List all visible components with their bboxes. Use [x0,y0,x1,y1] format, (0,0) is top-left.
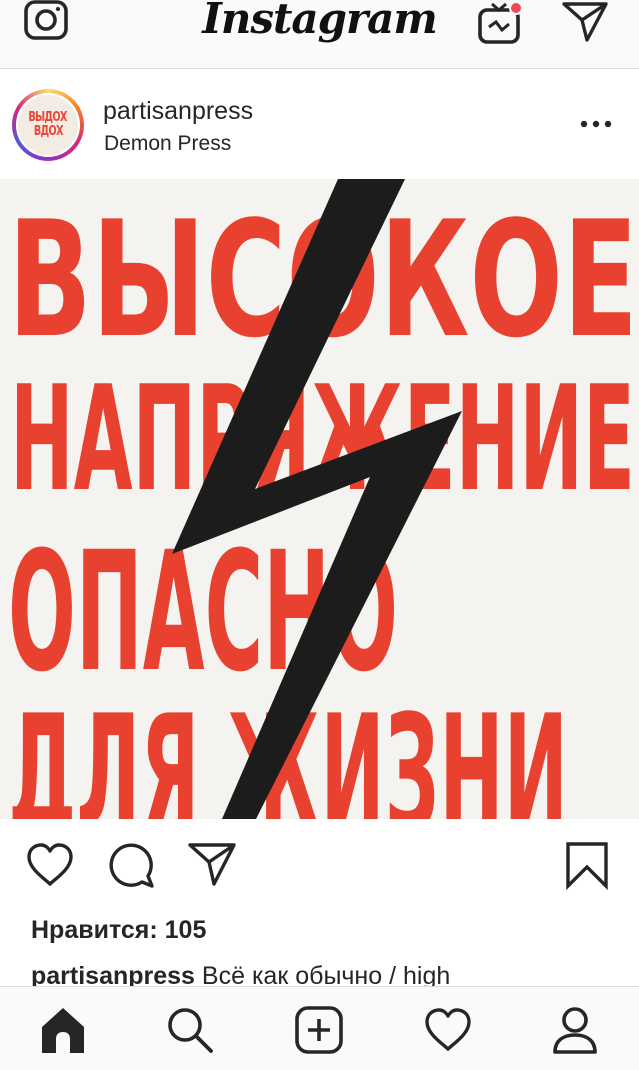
more-options-icon[interactable] [578,109,614,139]
poster-graphic: ВЫСОКОЕ НАПРЯЖЕНИЕ ОПАСНО ДЛЯ ЖИЗНИ [8,179,638,819]
comment-icon[interactable] [106,840,156,890]
igtv-icon[interactable] [476,0,526,46]
poster-line-2: НАПРЯЖЕНИЕ [10,355,635,524]
post-actions [0,830,639,910]
home-icon[interactable] [38,1005,88,1055]
like-heart-icon[interactable] [25,840,75,890]
likes-count[interactable]: Нравится: 105 [31,916,206,945]
notification-dot [509,1,523,15]
share-icon[interactable] [187,840,237,890]
avatar-story-ring[interactable]: ВЫДОХ ВДОХ [12,89,84,161]
activity-icon[interactable] [423,1005,473,1055]
bottom-nav [0,986,639,1070]
post-image[interactable]: ВЫСОКОЕ НАПРЯЖЕНИЕ ОПАСНО ДЛЯ ЖИЗНИ [0,179,639,819]
top-bar: Instagram [0,0,639,69]
search-icon[interactable] [165,1005,215,1055]
profile-icon[interactable] [550,1005,600,1055]
bookmark-icon[interactable] [562,840,612,890]
avatar-text-line-1: ВЫДОХ [28,110,68,125]
direct-message-icon[interactable] [560,0,610,46]
avatar-text-line-2: ВДОХ [33,124,64,139]
app-logo: Instagram [202,0,438,43]
avatar[interactable]: ВЫДОХ ВДОХ [16,93,80,157]
post-username[interactable]: partisanpress [103,97,253,126]
post-header: ВЫДОХ ВДОХ partisanpress Demon Press [0,69,639,179]
post-location[interactable]: Demon Press [104,132,231,156]
new-post-icon[interactable] [294,1005,344,1055]
